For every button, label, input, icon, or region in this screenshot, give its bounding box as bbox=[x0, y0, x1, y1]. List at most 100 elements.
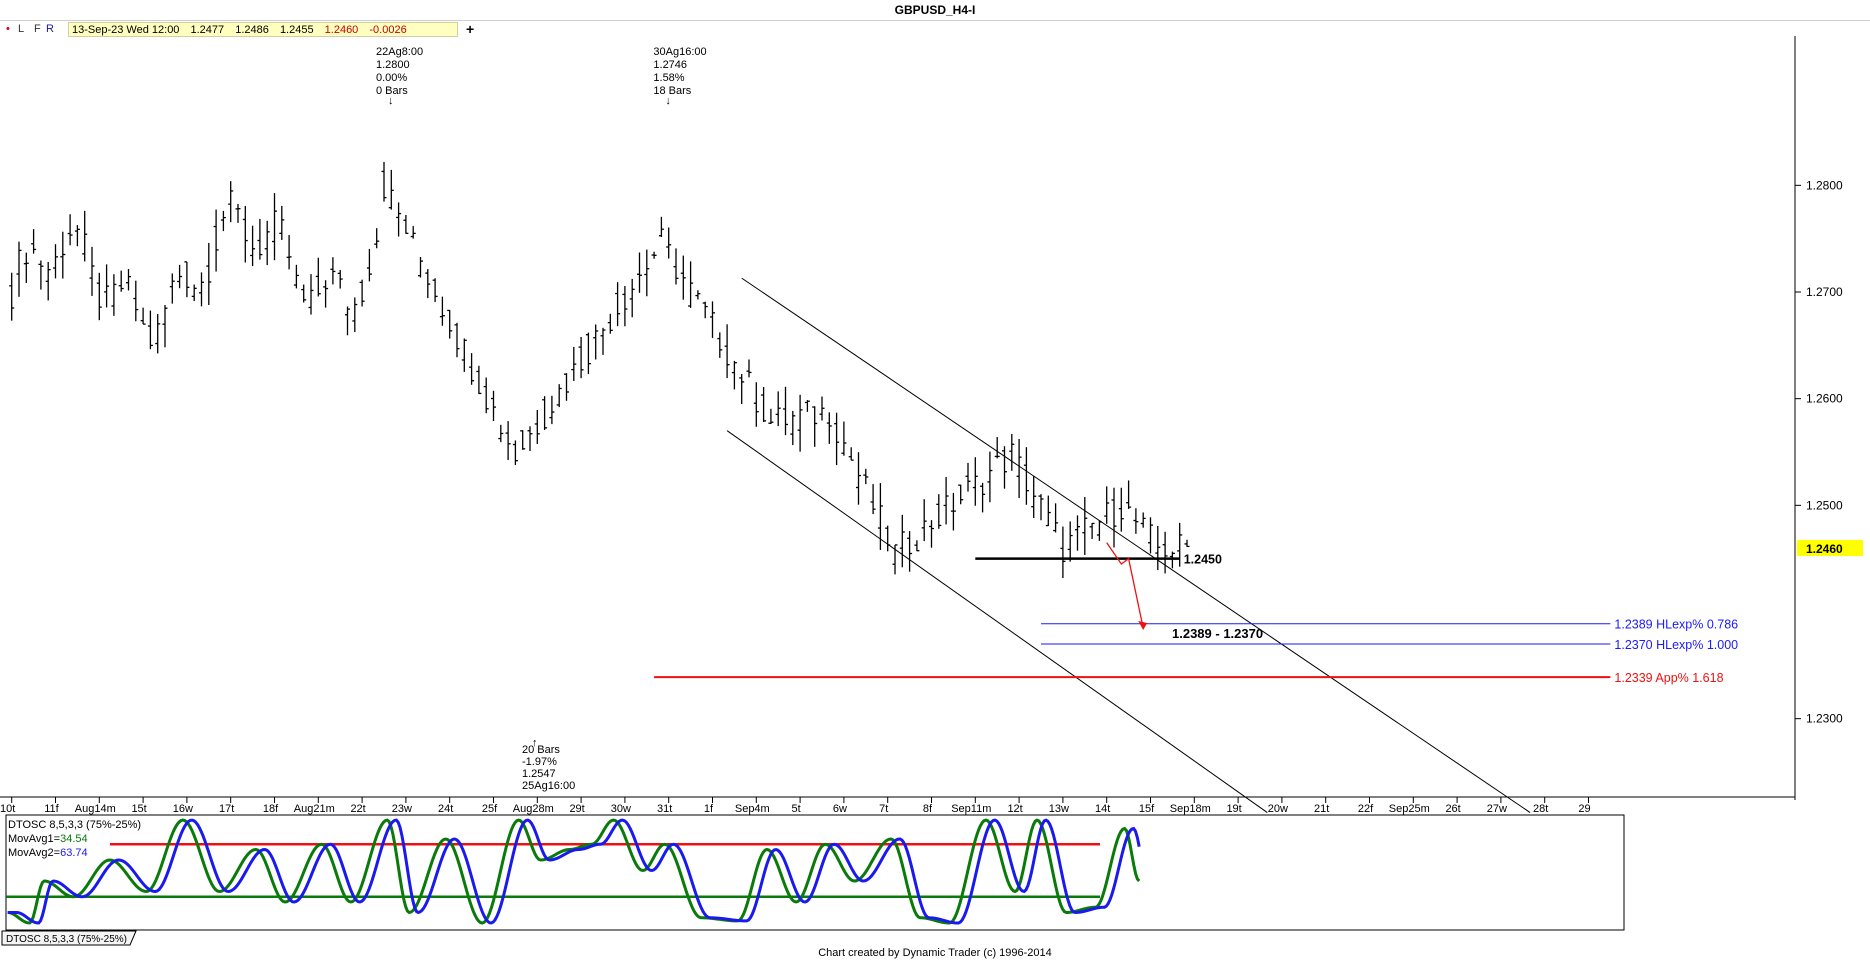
ohlc-bar bbox=[491, 390, 496, 422]
ohlc-bar bbox=[899, 514, 905, 568]
ohlc-bar bbox=[819, 396, 825, 421]
x-tick-label: 10t bbox=[0, 803, 15, 815]
ohlc-bar bbox=[556, 384, 562, 408]
ohlc-bar bbox=[943, 476, 949, 525]
ohlc-bar bbox=[1104, 486, 1110, 524]
ohlc-bar bbox=[717, 332, 723, 358]
x-tick-label: Aug14m bbox=[75, 803, 116, 815]
x-tick-label: 12t bbox=[1007, 803, 1022, 815]
window-title: GBPUSD_H4-I bbox=[894, 3, 976, 17]
annotation-text: -1.97% bbox=[522, 756, 557, 768]
y-tick-label: 1.2600 bbox=[1806, 392, 1843, 406]
ohlc-bar bbox=[418, 257, 423, 278]
ohlc-bar bbox=[600, 327, 606, 355]
ohlc-bar bbox=[804, 400, 810, 412]
ohlc-bar bbox=[1118, 487, 1124, 532]
ohlc-bar bbox=[929, 520, 934, 548]
quote-low: 1.2455 bbox=[279, 24, 314, 36]
channel-line-upper[interactable] bbox=[741, 277, 1531, 813]
record-button[interactable]: • bbox=[6, 23, 10, 35]
ohlc-bar bbox=[301, 284, 307, 303]
ohlc-bar bbox=[257, 218, 263, 260]
y-tick-label: 1.2300 bbox=[1806, 712, 1843, 726]
ohlc-bar bbox=[826, 412, 832, 444]
ohlc-bar bbox=[950, 492, 956, 531]
x-tick-label: 6w bbox=[833, 803, 847, 815]
annotation-text: 30Ag16:00 bbox=[653, 46, 706, 58]
ohlc-bar bbox=[1162, 531, 1168, 574]
ohlc-bar bbox=[1060, 526, 1066, 579]
ohlc-bar bbox=[505, 421, 511, 461]
ohlc-bar bbox=[447, 309, 453, 339]
ohlc-bar bbox=[1155, 525, 1161, 571]
l-button[interactable]: L bbox=[18, 23, 24, 35]
movavg2-label: MovAvg2=63.74 bbox=[8, 847, 88, 859]
window-title-bar: GBPUSD_H4-I bbox=[0, 0, 1870, 21]
annotation-text: 1.2746 bbox=[653, 59, 687, 71]
ohlc-bar bbox=[965, 462, 971, 492]
ohlc-bar bbox=[111, 274, 117, 316]
x-tick-label: 21t bbox=[1314, 803, 1329, 815]
channel-line-lower[interactable] bbox=[726, 430, 1268, 813]
ohlc-bar bbox=[1045, 495, 1051, 527]
ohlc-bar bbox=[658, 216, 664, 238]
ohlc-bar bbox=[53, 244, 58, 279]
x-tick-label: Sep18m bbox=[1170, 803, 1211, 815]
price-bars bbox=[9, 161, 1190, 579]
r-button[interactable]: R bbox=[46, 23, 54, 35]
info-bar: • L F R 13-Sep-23 Wed 12:00 1.2477 1.248… bbox=[0, 21, 1870, 38]
ohlc-bar bbox=[126, 269, 131, 291]
add-button[interactable]: + bbox=[466, 21, 474, 37]
ohlc-bar bbox=[863, 468, 869, 485]
level-label: 1.2389 HLexp% 0.786 bbox=[1614, 618, 1738, 632]
chart-canvas: 1.2800 1.2700 1.2600 1.2500 1.2300 1.2460 10t 1… bbox=[0, 36, 1863, 946]
ohlc-bar bbox=[147, 310, 153, 350]
annotation-arrow: ↓ bbox=[388, 95, 394, 107]
level-label: 1.2450 bbox=[1184, 553, 1222, 567]
ohlc-bar bbox=[337, 270, 343, 289]
ohlc-bar bbox=[885, 525, 891, 552]
last-price-label: 1.2460 bbox=[1806, 542, 1843, 556]
ohlc-bar bbox=[564, 373, 569, 401]
x-tick-label: 29t bbox=[569, 803, 584, 815]
x-tick-label: Sep25m bbox=[1389, 803, 1430, 815]
ohlc-bar bbox=[352, 297, 358, 333]
ohlc-bar bbox=[432, 278, 438, 303]
swing-annotation: 30Ag16:001.27461.58%18 Bars↓ bbox=[653, 46, 706, 107]
x-tick-label: 31t bbox=[657, 803, 672, 815]
ohlc-bar bbox=[512, 440, 518, 466]
ohlc-bar bbox=[585, 332, 591, 375]
annotation-text: 25Ag16:00 bbox=[522, 780, 575, 792]
ohlc-bar bbox=[169, 273, 175, 304]
ohlc-bar bbox=[1096, 520, 1102, 541]
ohlc-bar bbox=[220, 210, 226, 232]
annotation-text: 18 Bars bbox=[653, 85, 691, 97]
ohlc-bar bbox=[593, 324, 599, 360]
ohlc-bar bbox=[666, 227, 672, 259]
ohlc-bar bbox=[637, 252, 642, 293]
ohlc-bar bbox=[177, 264, 183, 289]
ohlc-bar bbox=[1148, 517, 1153, 554]
x-tick-label: 16w bbox=[173, 803, 193, 815]
ohlc-bar bbox=[607, 313, 613, 334]
ohlc-bar bbox=[323, 280, 329, 308]
zone-label: 1.2389 - 1.2370 bbox=[1172, 626, 1263, 641]
price-quote-box: 13-Sep-23 Wed 12:00 1.2477 1.2486 1.2455… bbox=[68, 22, 458, 37]
ohlc-bar bbox=[439, 296, 445, 326]
projection-arrow bbox=[1106, 542, 1144, 629]
ohlc-bar bbox=[710, 301, 715, 338]
ohlc-bar bbox=[841, 421, 847, 456]
ohlc-bar bbox=[527, 426, 533, 451]
ohlc-bar bbox=[534, 409, 540, 444]
x-tick-label: 8f bbox=[923, 803, 933, 815]
ohlc-bar bbox=[191, 284, 197, 302]
annotation-arrow: ↓ bbox=[665, 95, 671, 107]
ohlc-bar bbox=[856, 452, 861, 505]
ohlc-bar bbox=[746, 359, 752, 378]
f-button[interactable]: F bbox=[34, 23, 41, 35]
ohlc-bar bbox=[724, 324, 730, 379]
level-label: 1.2339 App% 1.618 bbox=[1614, 671, 1723, 685]
ohlc-bar bbox=[388, 169, 394, 210]
ohlc-bar bbox=[60, 231, 66, 279]
ohlc-bar bbox=[1002, 446, 1007, 489]
